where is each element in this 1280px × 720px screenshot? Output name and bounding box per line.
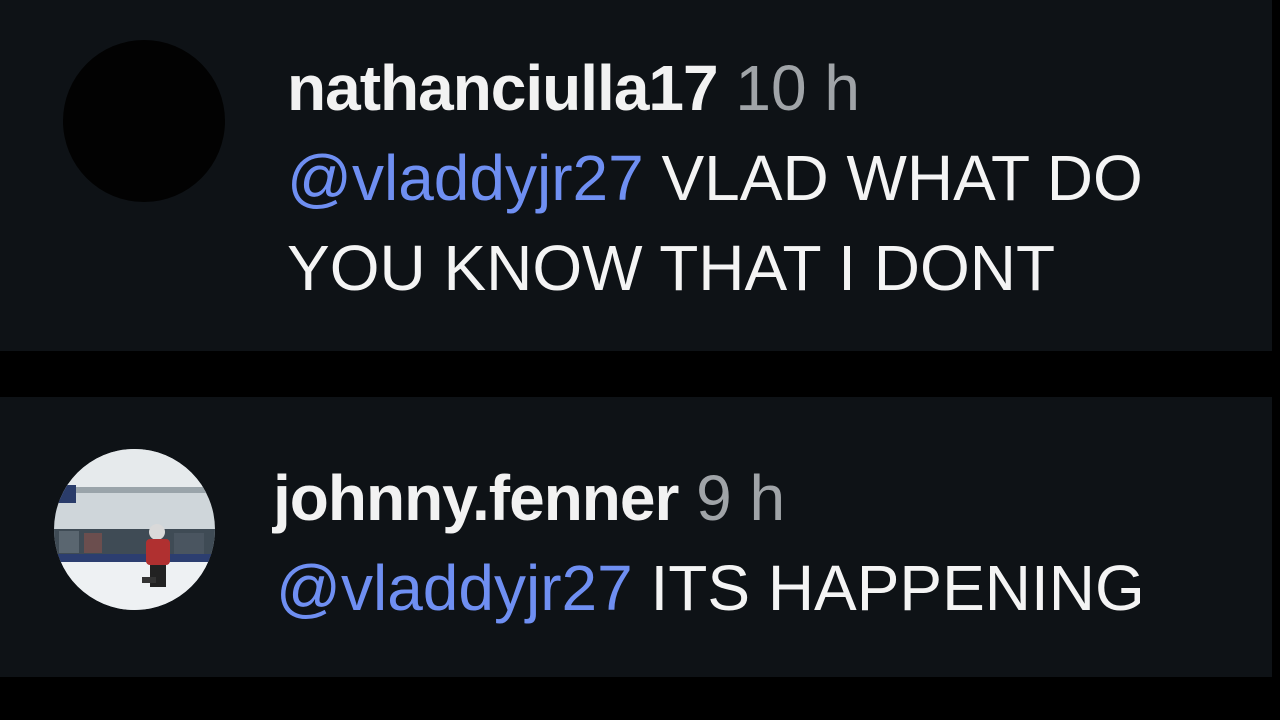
comment-text: @vladdyjr27 VLAD WHAT DO YOU KNOW THAT I… [287,133,1267,313]
timestamp: 10 h [735,52,860,124]
comment-text: @vladdyjr27 ITS HAPPENING [276,543,1266,633]
mention-link[interactable]: @vladdyjr27 [287,142,644,214]
comment-header: johnny.fenner 9 h [273,462,785,534]
username[interactable]: johnny.fenner [273,462,679,534]
avatar-photo [54,449,215,610]
comment-header: nathanciulla17 10 h [287,52,860,124]
avatar[interactable] [63,40,225,202]
username[interactable]: nathanciulla17 [287,52,719,124]
timestamp: 9 h [696,462,786,534]
avatar[interactable] [54,449,215,610]
comment-body: ITS HAPPENING [650,552,1145,624]
mention-link[interactable]: @vladdyjr27 [276,552,633,624]
